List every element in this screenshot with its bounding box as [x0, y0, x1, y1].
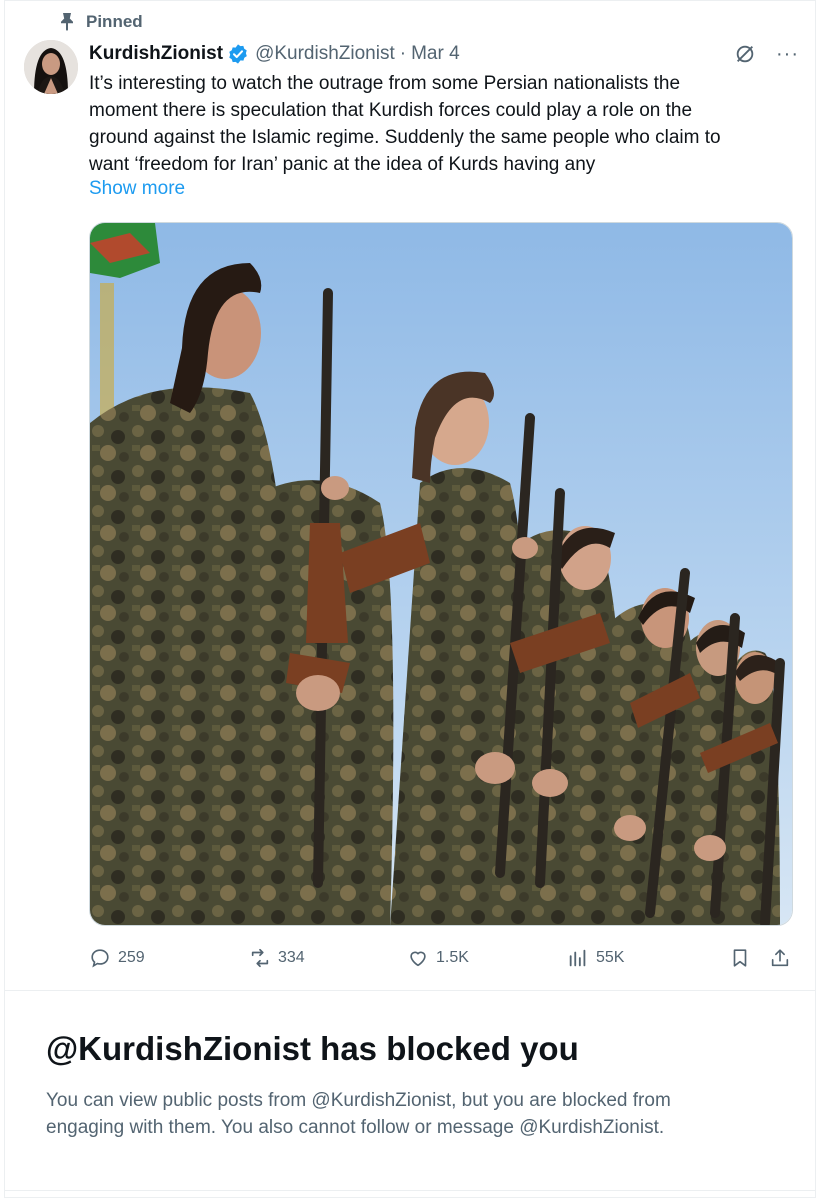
separator-dot: · [399, 43, 407, 64]
share-icon [771, 949, 789, 967]
views-count: 55K [596, 949, 625, 966]
heart-icon [410, 951, 426, 967]
tweet-date[interactable]: Mar 4 [411, 43, 460, 65]
tweet-action-bar: 259 334 1.5K 55K [89, 944, 795, 972]
like-count: 1.5K [436, 949, 469, 966]
repost-button[interactable]: 334 [249, 944, 305, 972]
tweet-text-line: ground against the Islamic regime. Sudde… [89, 127, 721, 148]
tweet-photo[interactable] [89, 222, 793, 926]
blocked-description-line: You can view public posts from @KurdishZ… [46, 1090, 671, 1111]
tweet-header: KurdishZionist @KurdishZionist · Mar 4 ·… [89, 40, 799, 68]
views-button[interactable]: 55K [567, 944, 624, 972]
photo [90, 223, 792, 925]
blocked-description-line: engaging with them. You also cannot foll… [46, 1117, 665, 1138]
share-button[interactable] [769, 944, 791, 972]
pinned-indicator: Pinned [58, 10, 143, 34]
views-icon [569, 949, 586, 967]
tweet-text-line: moment there is speculation that Kurdish… [89, 100, 693, 121]
header-actions: ··· [734, 43, 799, 66]
blocked-notice-description: You can view public posts from @KurdishZ… [46, 1087, 786, 1141]
pinned-label: Pinned [86, 12, 143, 31]
author-handle[interactable]: @KurdishZionist [255, 43, 395, 65]
avatar[interactable] [24, 40, 78, 94]
show-more-link[interactable]: Show more [89, 178, 185, 200]
bottom-divider [4, 1190, 816, 1191]
reply-icon [91, 949, 109, 968]
grok-icon[interactable] [734, 43, 756, 65]
bookmark-button[interactable] [729, 944, 751, 972]
avatar-image [24, 40, 78, 94]
repost-icon [251, 948, 269, 968]
tweet-text: It’s interesting to watch the outrage fr… [89, 70, 789, 178]
section-divider [4, 990, 816, 991]
tweet-text-line: It’s interesting to watch the outrage fr… [89, 73, 681, 94]
reply-button[interactable]: 259 [89, 944, 145, 972]
bookmark-icon [733, 949, 747, 967]
pin-icon [61, 13, 73, 31]
tweet-text-line: want ‘freedom for Iran’ panic at the ide… [89, 154, 596, 175]
verified-badge-icon[interactable] [227, 43, 249, 65]
author-display-name[interactable]: KurdishZionist [89, 43, 223, 65]
more-options-icon[interactable]: ··· [776, 43, 799, 66]
repost-count: 334 [278, 949, 305, 966]
like-button[interactable]: 1.5K [407, 944, 469, 972]
blocked-notice-title: @KurdishZionist has blocked you [46, 1030, 579, 1067]
reply-count: 259 [118, 949, 145, 966]
